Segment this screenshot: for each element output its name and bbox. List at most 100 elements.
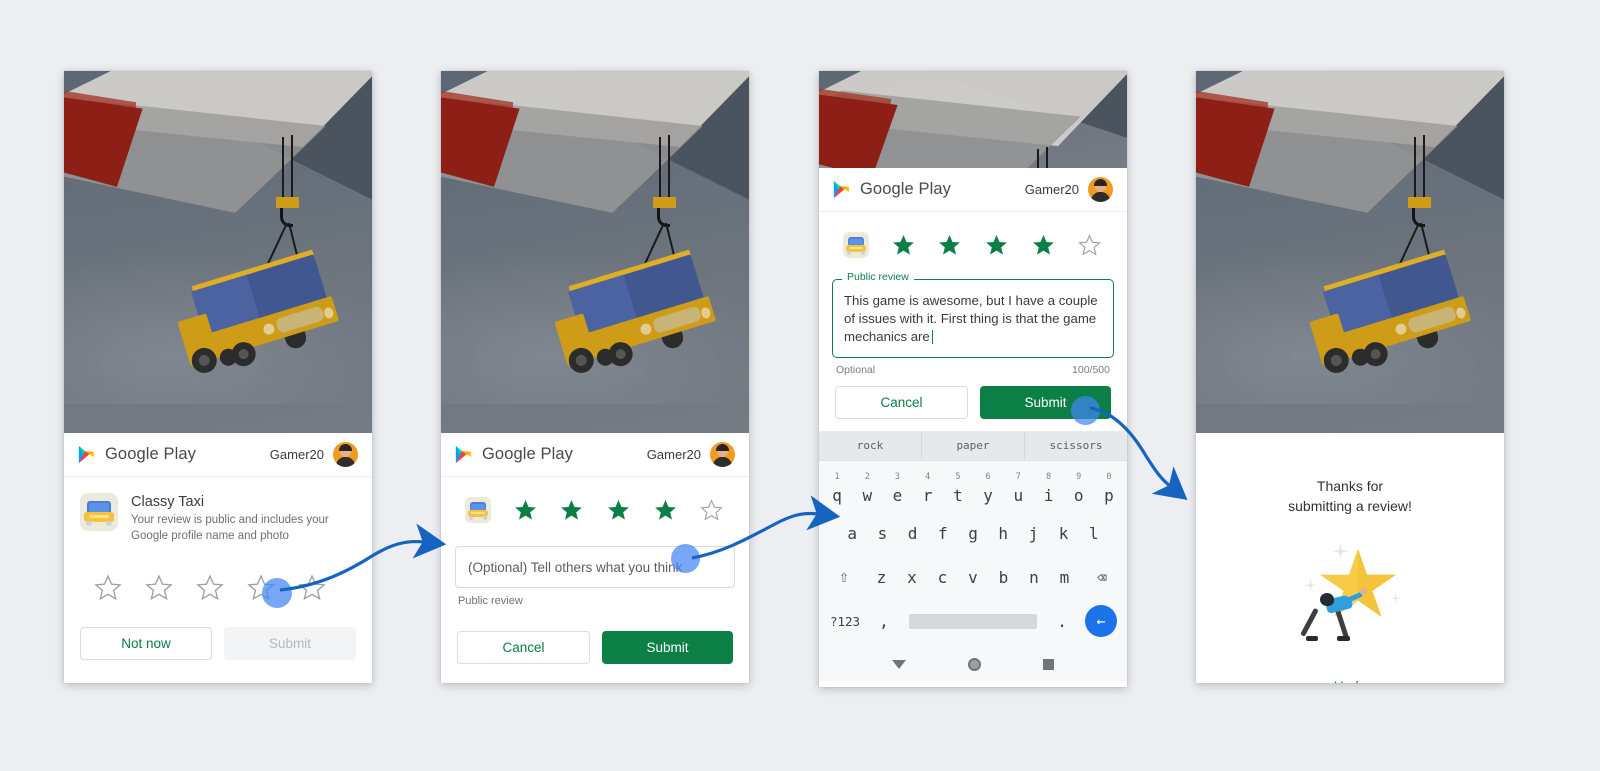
key-h[interactable]: h [988, 511, 1018, 555]
nav-recents-square-icon[interactable] [1043, 658, 1054, 670]
thanks-message: Thanks for submitting a review! [1288, 477, 1412, 517]
suggestion-1[interactable]: rock [819, 431, 921, 460]
keyboard-row-4: ?123 , . ← [822, 599, 1124, 643]
key-b[interactable]: b [988, 555, 1019, 599]
star-1[interactable] [880, 227, 927, 263]
avatar[interactable] [710, 442, 735, 467]
key-d[interactable]: d [898, 511, 928, 555]
review-meta-row: Optional 100/500 [819, 358, 1127, 376]
key-m[interactable]: m [1049, 555, 1080, 599]
star-2[interactable] [133, 567, 184, 609]
star-filled-icon [561, 500, 583, 520]
user-block[interactable]: Gamer20 [1025, 177, 1113, 202]
comma-key[interactable]: , [868, 599, 900, 643]
key-u[interactable]: 7u [1003, 467, 1033, 511]
key-v[interactable]: v [958, 555, 989, 599]
keyboard-row-1: 1q 2w 3e 4r 5t 6y 7u 8i 9o 0p [822, 467, 1124, 511]
review-textarea-wrap: Public review This game is awesome, but … [832, 271, 1114, 358]
key-f[interactable]: f [928, 511, 958, 555]
star-filled-icon [985, 235, 1007, 255]
avatar[interactable] [1088, 177, 1113, 202]
star-filled-icon [654, 500, 676, 520]
avatar[interactable] [333, 442, 358, 467]
star-5[interactable] [286, 567, 337, 609]
key-l[interactable]: l [1079, 511, 1109, 555]
suggestion-3[interactable]: scissors [1024, 431, 1127, 460]
key-z[interactable]: z [866, 555, 897, 599]
star-4[interactable] [235, 567, 286, 609]
star-4[interactable] [642, 492, 689, 528]
user-block[interactable]: Gamer20 [270, 442, 358, 467]
backspace-key[interactable]: ⌫ [1080, 555, 1124, 599]
suggestion-2[interactable]: paper [921, 431, 1024, 460]
star-2[interactable] [926, 227, 973, 263]
cancel-button[interactable]: Cancel [457, 631, 590, 664]
star-5[interactable] [1066, 227, 1113, 263]
rating-stars-panel3[interactable] [819, 212, 1127, 263]
enter-key[interactable]: ← [1078, 599, 1124, 643]
user-name: Gamer20 [646, 447, 701, 462]
app-title: Classy Taxi [131, 494, 205, 510]
submit-button[interactable]: Submit [602, 631, 733, 664]
key-p[interactable]: 0p [1094, 467, 1124, 511]
sparkle-icon [1304, 578, 1317, 592]
key-i[interactable]: 8i [1033, 467, 1063, 511]
review-placeholder: (Optional) Tell others what you think [468, 559, 683, 575]
classy-taxi-app-icon [80, 493, 118, 531]
key-k[interactable]: k [1049, 511, 1079, 555]
key-y[interactable]: 6y [973, 467, 1003, 511]
text-caret [931, 330, 934, 344]
review-text-field[interactable]: (Optional) Tell others what you think [455, 546, 735, 588]
user-name: Gamer20 [269, 447, 324, 462]
shift-key[interactable]: ⇧ [822, 555, 866, 599]
star-filled-icon [1032, 235, 1054, 255]
nav-home-circle-icon[interactable] [968, 657, 981, 671]
nav-back-triangle-icon[interactable] [892, 659, 906, 669]
thanks-sheet: Thanks for submitting a review! [1196, 433, 1504, 683]
space-key[interactable] [900, 599, 1046, 643]
google-play-triangle-icon [78, 446, 95, 463]
key-o[interactable]: 9o [1064, 467, 1094, 511]
key-g[interactable]: g [958, 511, 988, 555]
star-1[interactable] [502, 492, 549, 528]
key-s[interactable]: s [867, 511, 897, 555]
sparkle-icon [1332, 542, 1349, 560]
key-n[interactable]: n [1019, 555, 1050, 599]
star-1[interactable] [82, 567, 133, 609]
app-bar: Google Play Gamer20 [441, 433, 749, 477]
key-r[interactable]: 4r [913, 467, 943, 511]
game-background-art [64, 71, 372, 433]
key-x[interactable]: x [897, 555, 928, 599]
star-3[interactable] [184, 567, 235, 609]
star-3[interactable] [595, 492, 642, 528]
star-outline-icon [1078, 234, 1102, 256]
key-c[interactable]: c [927, 555, 958, 599]
key-q[interactable]: 1q [822, 467, 852, 511]
key-a[interactable]: a [837, 511, 867, 555]
symbols-key[interactable]: ?123 [822, 599, 868, 643]
review-textarea[interactable]: This game is awesome, but I have a coupl… [832, 279, 1114, 358]
rating-stars-panel1[interactable] [64, 545, 372, 609]
key-t[interactable]: 5t [943, 467, 973, 511]
star-4[interactable] [1020, 227, 1067, 263]
period-key[interactable]: . [1046, 599, 1078, 643]
key-e[interactable]: 3e [882, 467, 912, 511]
user-block[interactable]: Gamer20 [647, 442, 735, 467]
star-2[interactable] [548, 492, 595, 528]
cancel-button[interactable]: Cancel [835, 386, 968, 419]
action-buttons-panel3: Cancel Submit [819, 376, 1127, 431]
submit-button[interactable]: Submit [980, 386, 1111, 419]
rating-stars-panel2[interactable] [441, 477, 749, 528]
star-3[interactable] [973, 227, 1020, 263]
key-w[interactable]: 2w [852, 467, 882, 511]
person-pushing-star-illustration [1290, 541, 1410, 645]
keyboard-row-2: a s d f g h j k l [822, 511, 1124, 555]
key-j[interactable]: j [1018, 511, 1048, 555]
user-name: Gamer20 [1024, 182, 1079, 197]
not-now-button[interactable]: Not now [80, 626, 212, 660]
star-filled-icon [939, 235, 961, 255]
app-info-row: Classy Taxi Your review is public and in… [64, 477, 372, 545]
star-5[interactable] [688, 492, 735, 528]
sparkle-icon [1390, 592, 1401, 604]
undo-button[interactable]: Undo [1334, 679, 1366, 683]
